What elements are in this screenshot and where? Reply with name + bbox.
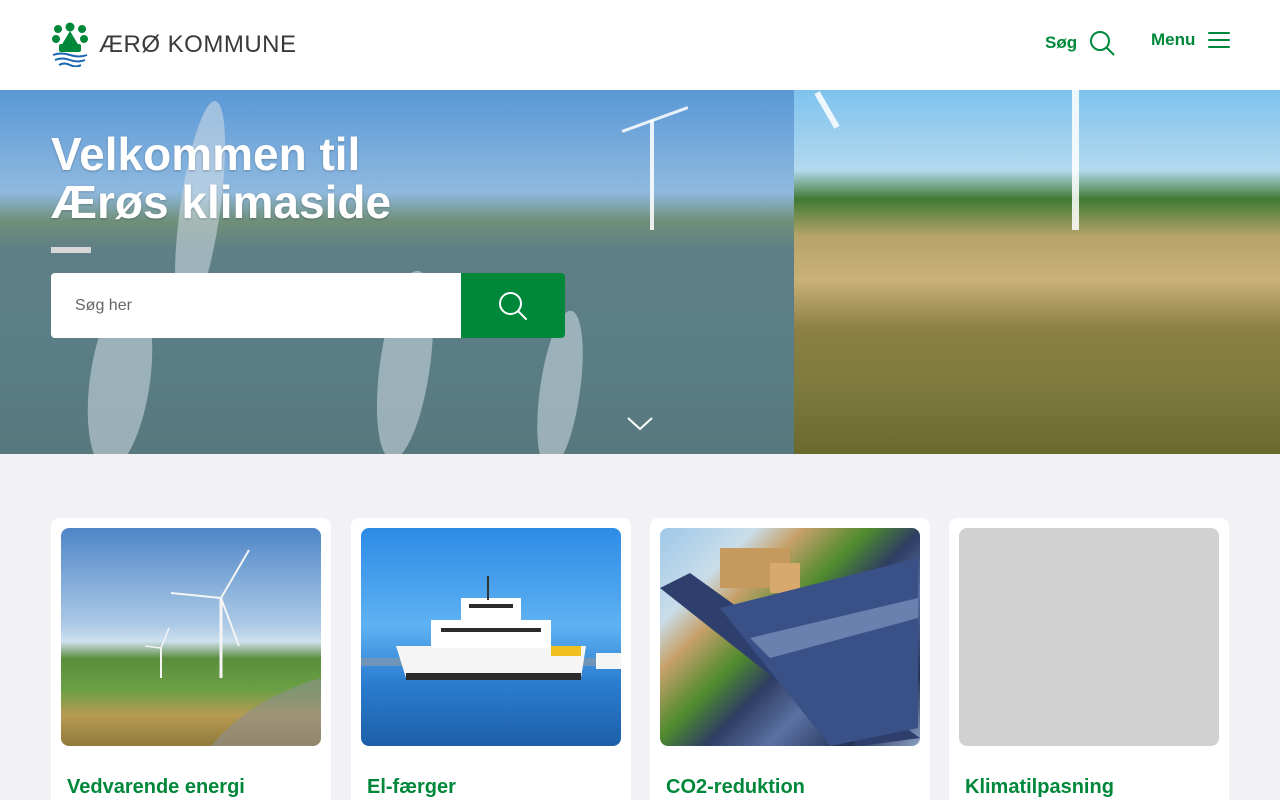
card-co2-reduktion[interactable]: CO2-reduktion [650,518,930,800]
menu-label: Menu [1151,30,1196,49]
chevron-down-icon [627,417,653,431]
site-header: ÆRØ KOMMUNE Søg Menu [0,0,1280,90]
card-el-faerger[interactable]: El-færger [351,518,631,800]
logo[interactable]: ÆRØ KOMMUNE [51,22,297,67]
wind-turbine-shape [1072,90,1079,230]
card-title: CO2-reduktion [666,776,805,798]
wind-turbine-blade [621,106,689,133]
search-input[interactable] [51,273,461,338]
logo-text: ÆRØ KOMMUNE [99,30,297,58]
ferry-illustration [361,576,621,680]
card-image-wind-turbines [61,528,321,746]
wind-turbines-illustration [144,549,321,746]
card-title: Klimatilpasning [965,776,1114,798]
card-image-solar-panels [660,528,920,746]
card-title: El-færger [367,776,456,798]
hero-title: Velkommen til Ærøs klimaside [51,130,651,226]
municipality-crest-icon [52,22,88,67]
search-submit-button[interactable] [461,273,565,338]
hamburger-icon [1208,32,1231,48]
menu-button[interactable]: Menu [1151,30,1231,50]
topic-cards: Vedvarende energi El-færger CO2-reduktio… [51,518,1229,800]
search-toggle-button[interactable]: Søg [1045,30,1115,56]
card-title: Vedvarende energi [67,776,245,798]
wind-turbine-blade [814,91,840,129]
hero-banner: Velkommen til Ærøs klimaside [0,90,1280,454]
search-toggle-label: Søg [1045,33,1078,52]
card-klimatilpasning[interactable]: Klimatilpasning [949,518,1229,800]
title-divider [51,247,91,253]
hero-title-line1: Velkommen til [51,128,361,180]
card-image-ferry [361,528,621,746]
card-vedvarende-energi[interactable]: Vedvarende energi [51,518,331,800]
hero-image-right [794,90,1280,454]
search-icon [499,291,527,320]
solar-panels-illustration [660,548,920,746]
card-image-placeholder [959,528,1219,746]
scroll-down-button[interactable] [627,416,653,437]
search-icon [1090,31,1115,56]
hero-title-line2: Ærøs klimaside [51,176,392,228]
